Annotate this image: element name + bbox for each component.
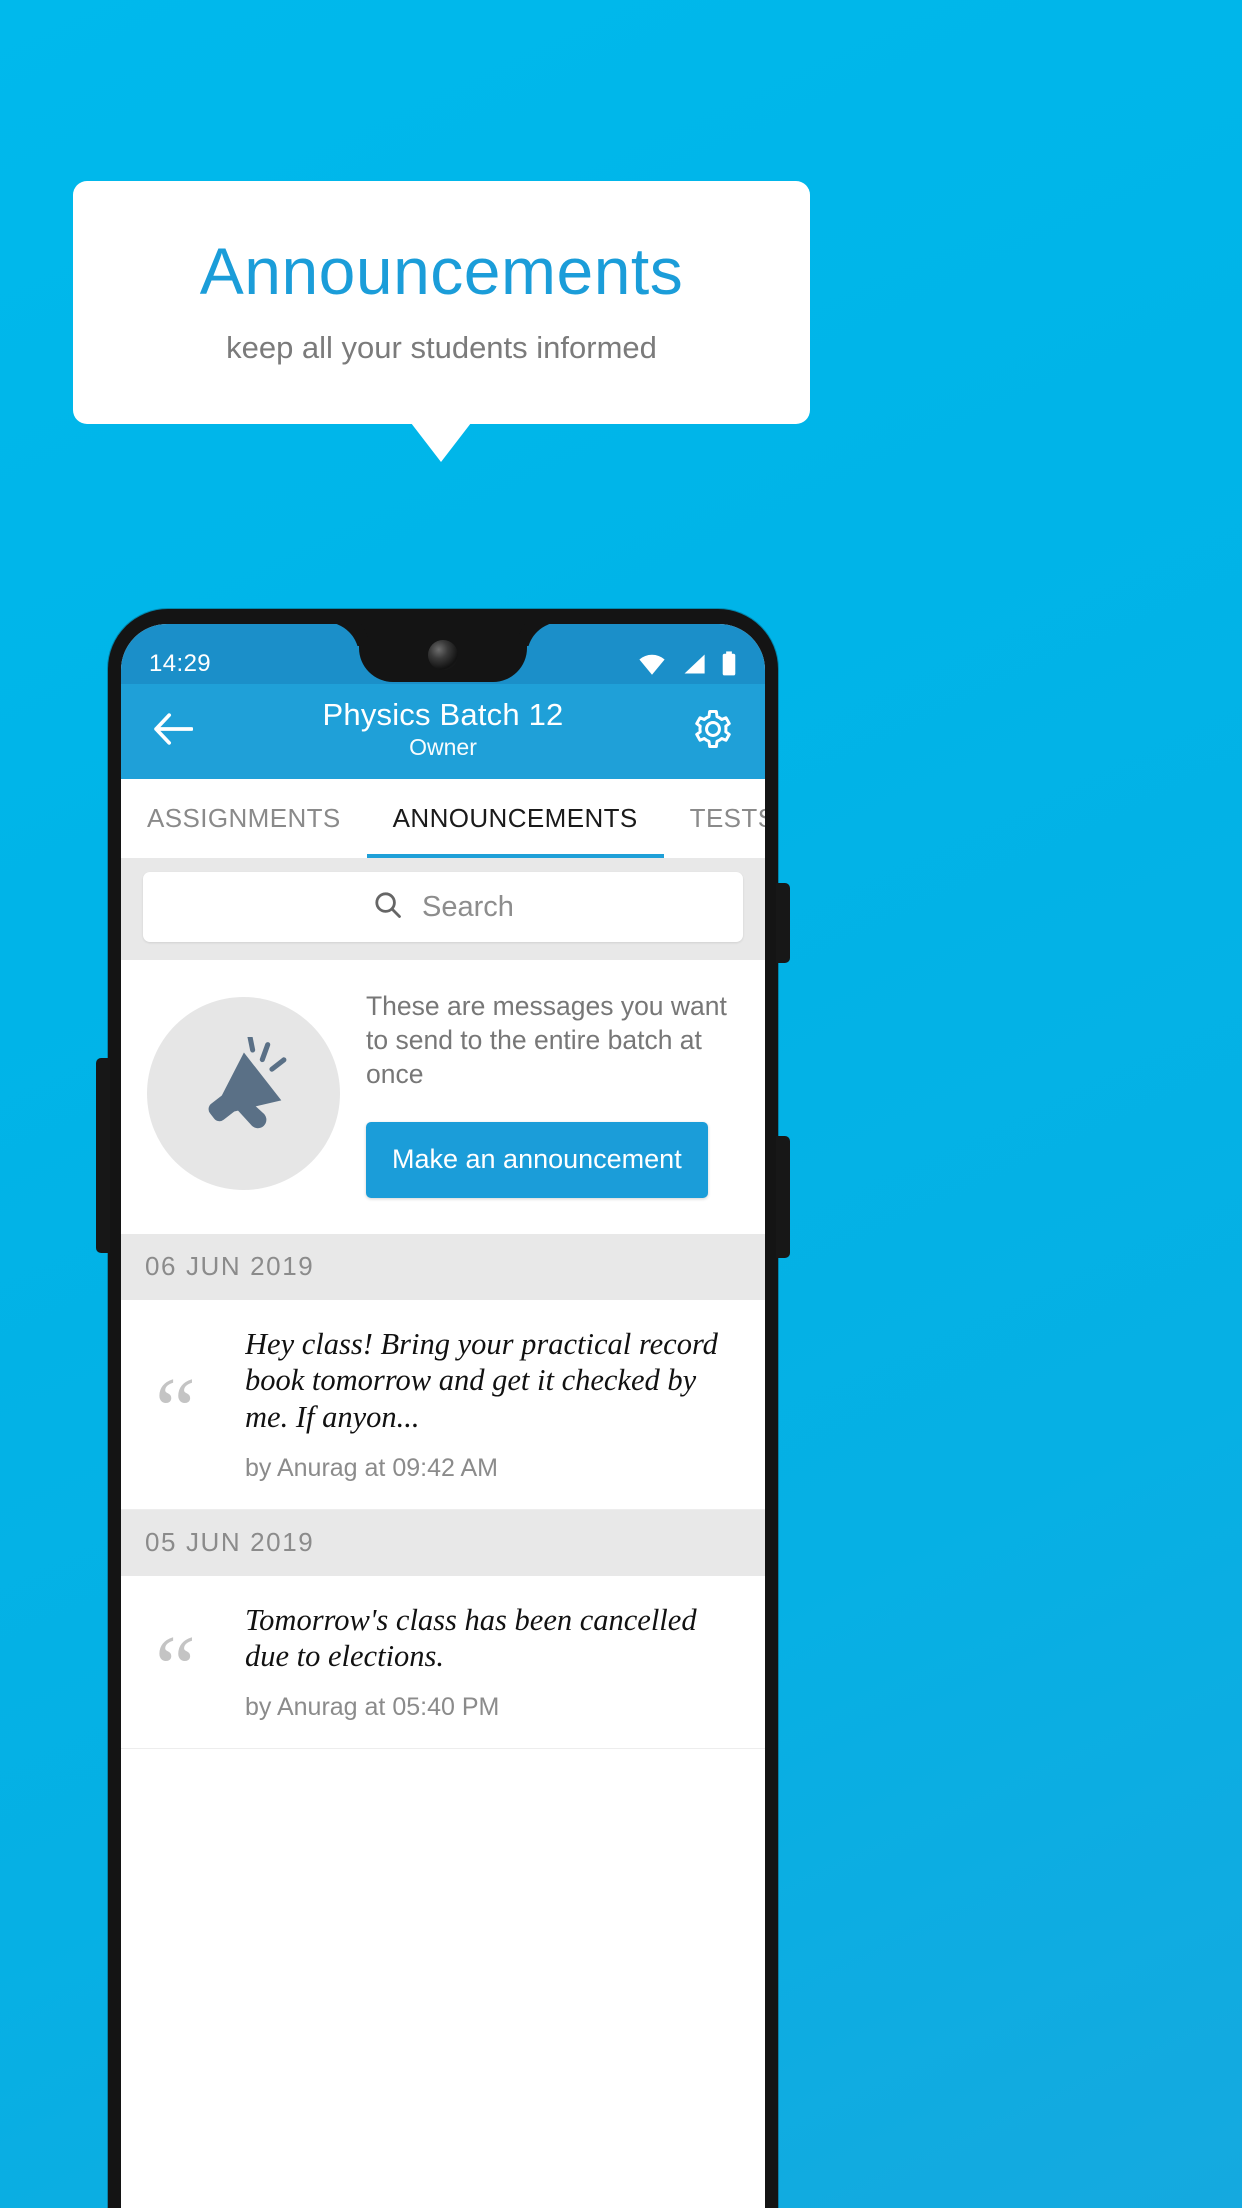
- phone-power-button[interactable]: [776, 883, 790, 963]
- front-camera: [428, 640, 458, 670]
- phone-screen: 14:29 Physics Batch 12 Owner ASSIGNMENTS…: [121, 624, 765, 2208]
- promo-icon-circle: [147, 997, 340, 1191]
- search-placeholder: Search: [422, 890, 514, 923]
- callout-tail: [411, 423, 471, 462]
- search-section: Search: [121, 858, 765, 960]
- wifi-icon: [637, 652, 667, 676]
- announcement-content: Hey class! Bring your practical record b…: [245, 1326, 739, 1483]
- announcement-text: Tomorrow's class has been cancelled due …: [245, 1602, 697, 1674]
- promo-content: These are messages you want to send to t…: [366, 990, 739, 1198]
- phone-volume-button[interactable]: [96, 1058, 110, 1253]
- callout-subtitle: keep all your students informed: [226, 330, 657, 365]
- gear-icon: [692, 708, 734, 755]
- announcement-content: Tomorrow's class has been cancelled due …: [245, 1602, 739, 1722]
- tab-assignments[interactable]: ASSIGNMENTS: [121, 779, 367, 858]
- date-header: 06 JUN 2019: [121, 1233, 765, 1300]
- tab-tests[interactable]: TESTS: [664, 779, 765, 858]
- battery-icon: [721, 651, 737, 677]
- search-icon: [372, 889, 404, 926]
- callout-title: Announcements: [199, 234, 684, 308]
- announcement-row[interactable]: “ Tomorrow's class has been cancelled du…: [121, 1575, 765, 1749]
- search-input[interactable]: Search: [143, 872, 743, 942]
- quote-icon: “: [155, 1616, 196, 1719]
- announcement-meta: by Anurag at 09:42 AM: [245, 1453, 498, 1482]
- back-arrow-icon: [153, 712, 194, 751]
- phone-side-button[interactable]: [776, 1136, 790, 1258]
- status-icons: [637, 651, 737, 677]
- announcement-text: Hey class! Bring your practical record b…: [245, 1326, 718, 1434]
- signal-icon: [681, 652, 707, 676]
- quote-icon: “: [155, 1359, 196, 1462]
- megaphone-icon: [190, 1033, 298, 1150]
- back-button[interactable]: [147, 706, 199, 758]
- app-bar-titles: Physics Batch 12 Owner: [199, 697, 687, 763]
- announcement-promo-card: These are messages you want to send to t…: [121, 960, 765, 1234]
- status-bar: 14:29: [121, 624, 765, 684]
- make-announcement-button[interactable]: Make an announcement: [366, 1121, 708, 1198]
- date-header: 05 JUN 2019: [121, 1509, 765, 1576]
- settings-button[interactable]: [687, 706, 739, 758]
- announcement-meta: by Anurag at 05:40 PM: [245, 1692, 500, 1721]
- tab-announcements[interactable]: ANNOUNCEMENTS: [366, 779, 664, 858]
- promo-description: These are messages you want to send to t…: [366, 991, 727, 1089]
- page-title: Physics Batch 12: [322, 697, 564, 733]
- page-subtitle: Owner: [409, 733, 477, 760]
- status-time: 14:29: [149, 650, 212, 677]
- callout-card: Announcements keep all your students inf…: [73, 181, 810, 424]
- announcement-row[interactable]: “ Hey class! Bring your practical record…: [121, 1299, 765, 1510]
- tab-bar: ASSIGNMENTS ANNOUNCEMENTS TESTS `: [121, 779, 765, 858]
- app-bar: Physics Batch 12 Owner: [121, 684, 765, 779]
